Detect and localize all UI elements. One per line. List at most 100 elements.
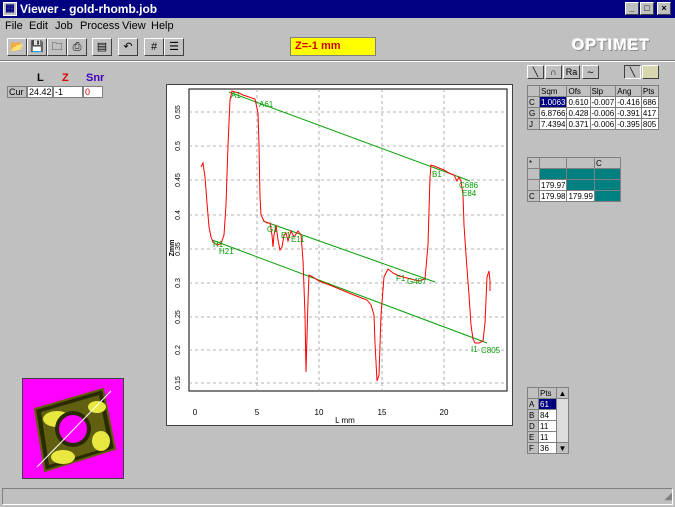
x-axis-label: L mm xyxy=(335,416,355,425)
scroll-up-icon[interactable]: ▲ xyxy=(556,387,569,399)
fit-cell: -0.391 xyxy=(615,107,642,119)
x-tick-label: 20 xyxy=(440,408,449,417)
marker-label: A1 xyxy=(231,91,241,100)
header-z: Z xyxy=(62,72,69,84)
table-icon[interactable]: ☰ xyxy=(164,38,184,56)
menu-bar: File Edit Job Process View Help xyxy=(0,18,675,35)
part-thumbnail[interactable] xyxy=(22,378,124,479)
ra-tool-button[interactable]: Ra xyxy=(563,65,580,79)
pts-cell: E xyxy=(527,431,539,443)
scrollbar-track[interactable] xyxy=(556,398,569,443)
header-snr: Snr xyxy=(86,72,105,84)
x-tick-label: 0 xyxy=(193,408,198,417)
pts-cell: 11 xyxy=(538,420,557,432)
marker-label: E1 xyxy=(281,231,291,240)
x-tick-label: 10 xyxy=(315,408,324,417)
fit-row[interactable]: C 1.0063 0.610 -0.007 -0.416 686 xyxy=(527,96,659,108)
fit-line-bottom xyxy=(211,239,488,344)
minimize-button[interactable]: _ xyxy=(625,2,639,15)
x-tick-label: 15 xyxy=(378,408,387,417)
copy-icon[interactable]: ▤ xyxy=(92,38,112,56)
fit-row[interactable]: J 7.4394 0.371 -0.006 -0.395 805 xyxy=(527,118,659,130)
angle-cell xyxy=(566,168,595,180)
y-tick-label: 0.25 xyxy=(175,310,182,324)
pts-cell: 11 xyxy=(538,431,557,443)
open-icon[interactable]: 📂 xyxy=(7,38,27,56)
fit-lines xyxy=(211,91,488,344)
pts-cell: 61 xyxy=(538,398,557,410)
menu-process[interactable]: Process xyxy=(80,20,120,32)
angle-cell: 179.98 xyxy=(538,190,568,202)
menu-help[interactable]: Help xyxy=(151,20,174,32)
toolbar-divider xyxy=(0,60,675,62)
marker-label: E84 xyxy=(462,189,477,198)
fit-cell: 1.0063 xyxy=(538,96,568,108)
y-tick-label: 0.2 xyxy=(175,345,182,355)
angle-cell xyxy=(593,168,621,180)
resize-grip-icon[interactable]: ◢ xyxy=(664,491,672,502)
pts-cell: B xyxy=(527,409,539,421)
grid-icon[interactable]: # xyxy=(144,38,164,56)
fit-cell: -0.006 xyxy=(589,107,617,119)
folder-icon[interactable]: 🗀 xyxy=(47,38,67,56)
fit-cell: -0.395 xyxy=(615,118,642,130)
undo-icon[interactable]: ↶ xyxy=(118,38,138,56)
menu-job[interactable]: Job xyxy=(55,20,73,32)
fit-cell: 6.8766 xyxy=(538,107,568,119)
y-tick-label: 0.5 xyxy=(175,141,182,151)
x-tick-label: 5 xyxy=(255,408,260,417)
cursor-z-value: -1 xyxy=(53,86,83,98)
z-readout: Z=-1 mm xyxy=(290,37,376,56)
pts-cell: D xyxy=(527,420,539,432)
pts-cell: A xyxy=(527,398,539,410)
angle-table: * C 179.97 C 179.98 179.99 xyxy=(527,157,621,202)
print-icon[interactable]: ⎙ xyxy=(67,38,87,56)
angle-cell: C xyxy=(527,190,540,202)
fit-header: Pts xyxy=(640,85,659,97)
scroll-down-icon[interactable]: ▼ xyxy=(556,442,569,454)
profile-plot[interactable]: 0.55 0.5 0.45 0.4 0.35 0.3 0.25 0.2 0.15… xyxy=(166,84,513,426)
pts-header: Pts xyxy=(538,387,557,399)
fit-cell: C xyxy=(527,96,540,108)
fit-table: Sqm Ofs Slp Ang Pts C 1.0063 0.610 -0.00… xyxy=(527,85,659,130)
maximize-button[interactable]: □ xyxy=(640,2,654,15)
menu-view[interactable]: View xyxy=(122,20,146,32)
menu-edit[interactable]: Edit xyxy=(29,20,48,32)
blank-select-button[interactable] xyxy=(642,65,659,79)
plot-area-border xyxy=(188,88,508,392)
line-tool-icon[interactable]: ╲ xyxy=(527,65,544,79)
y-tick-label: 0.55 xyxy=(175,105,182,119)
angle-cell xyxy=(538,168,568,180)
arc-tool-icon[interactable]: ∩ xyxy=(545,65,562,79)
menu-file[interactable]: File xyxy=(5,20,23,32)
pts-cell: 84 xyxy=(538,409,557,421)
grid-lines xyxy=(189,89,507,391)
cursor-row-label: Cur xyxy=(7,86,27,98)
marker-label: H21 xyxy=(219,247,234,256)
plot-svg: 0.55 0.5 0.45 0.4 0.35 0.3 0.25 0.2 0.15… xyxy=(169,88,508,425)
y-tick-label: 0.45 xyxy=(175,173,182,187)
marker-label: G1 xyxy=(267,225,278,234)
y-tick-label: 0.35 xyxy=(175,242,182,256)
angle-header xyxy=(566,157,595,169)
app-icon[interactable]: ▦ xyxy=(3,2,17,16)
fit-row[interactable]: G 6.8766 0.428 -0.006 -0.391 417 xyxy=(527,107,659,119)
angle-cell: 179.97 xyxy=(538,179,568,191)
status-bar xyxy=(2,488,673,505)
fit-cell: 417 xyxy=(640,107,659,119)
title-bar: ▦ Viewer - gold-rhomb.job _ □ × xyxy=(0,0,675,18)
save-icon[interactable]: 💾 xyxy=(27,38,47,56)
marker-label: G487 xyxy=(407,277,427,286)
fit-cell: G xyxy=(527,107,540,119)
rhomb-insert-icon xyxy=(33,387,117,473)
wave-tool-icon[interactable]: ∼ xyxy=(582,65,599,79)
line-select-icon[interactable]: ╲ xyxy=(624,65,641,79)
fit-cell: 0.371 xyxy=(566,118,591,130)
close-button[interactable]: × xyxy=(657,2,671,15)
fit-cell: -0.006 xyxy=(589,118,617,130)
fit-cell: 7.4394 xyxy=(538,118,568,130)
fit-cell: 805 xyxy=(640,118,659,130)
angle-cell xyxy=(566,179,595,191)
pts-table[interactable]: Pts ▲ A 61 B 84 D 11 E 11 F 36 ▼ xyxy=(527,387,569,454)
fit-cell: J xyxy=(527,118,540,130)
